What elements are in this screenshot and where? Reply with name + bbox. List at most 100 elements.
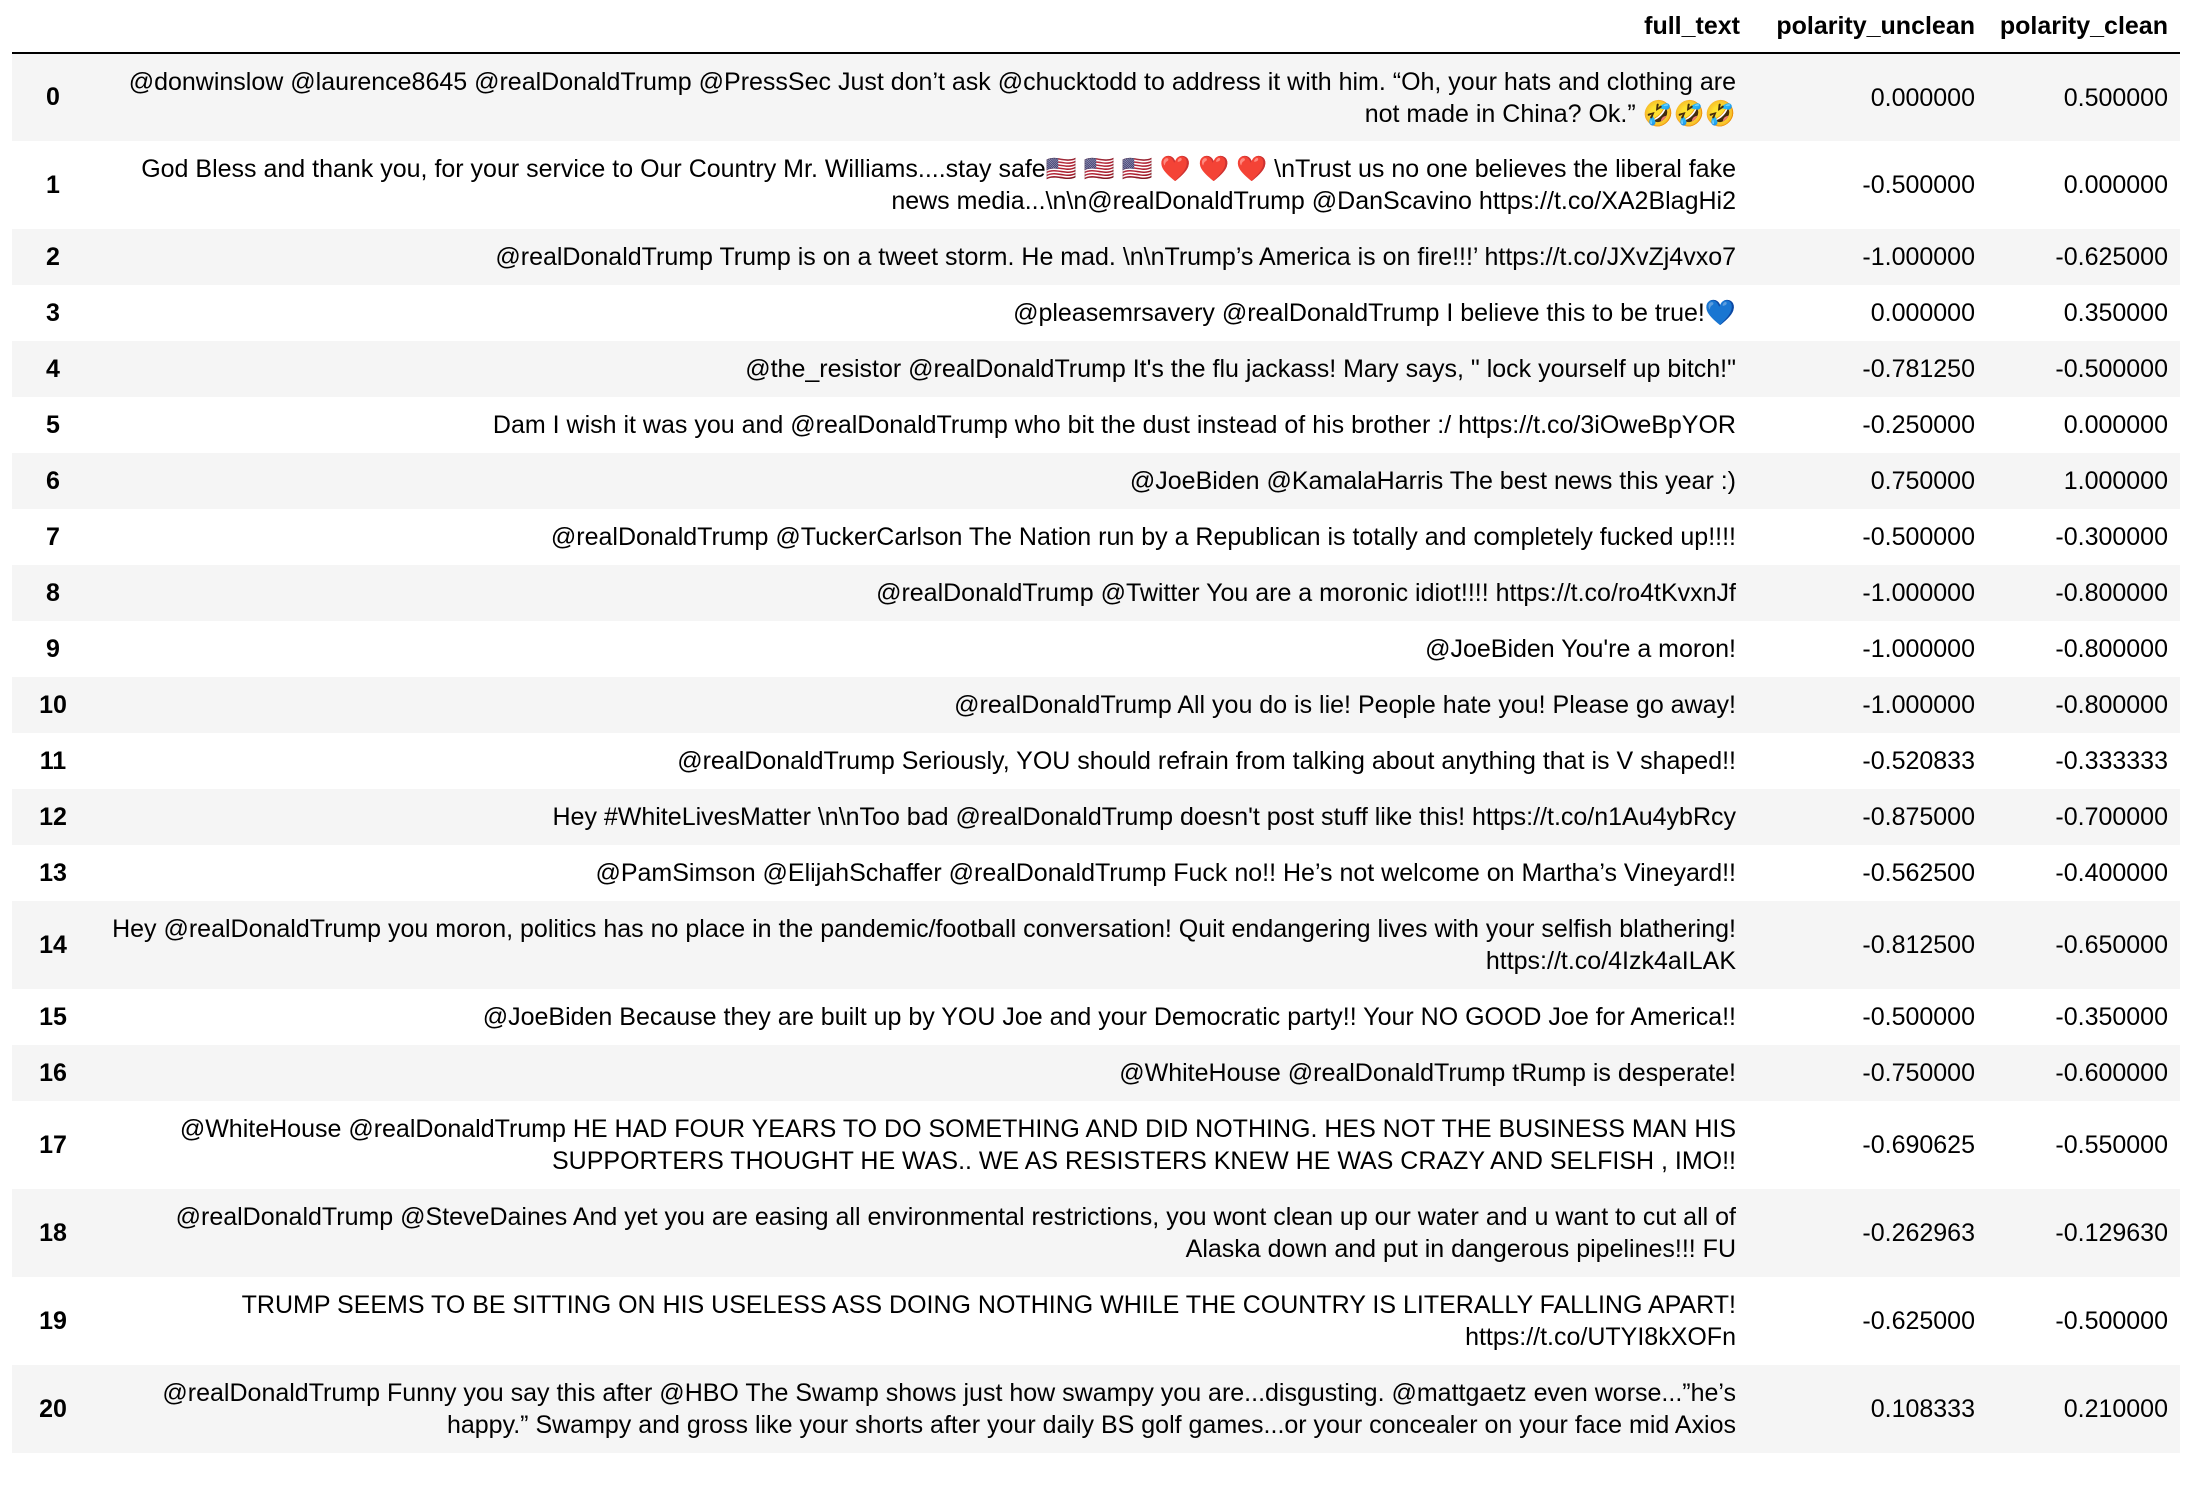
polarity-unclean-cell: -0.625000	[1862, 1307, 1975, 1335]
polarity-unclean-cell: -1.000000	[1862, 635, 1975, 663]
row-index: 9	[46, 634, 60, 663]
polarity-unclean-cell: -0.250000	[1862, 411, 1975, 439]
polarity-clean-cell: -0.650000	[2055, 931, 2168, 959]
polarity-clean-cell: 0.350000	[2063, 299, 2168, 327]
polarity-clean-cell: -0.800000	[2055, 579, 2168, 607]
polarity-unclean-cell: -1.000000	[1862, 691, 1975, 719]
polarity-unclean-cell: -0.750000	[1862, 1059, 1975, 1087]
polarity-unclean-cell: -0.562500	[1862, 859, 1975, 887]
row-index: 14	[39, 930, 67, 959]
full-text-cell: @realDonaldTrump @Twitter You are a moro…	[876, 579, 1736, 607]
table-row: 4 @the_resistor @realDonaldTrump It's th…	[12, 341, 2180, 397]
full-text-cell: Hey @realDonaldTrump you moron, politics…	[112, 915, 1736, 975]
row-index: 3	[46, 298, 60, 327]
row-index: 0	[46, 83, 60, 111]
polarity-clean-cell: 0.000000	[2063, 411, 2168, 439]
row-index: 17	[39, 1130, 67, 1159]
row-index: 20	[39, 1394, 67, 1423]
polarity-clean-cell: -0.333333	[2055, 747, 2168, 775]
polarity-unclean-cell: -0.500000	[1862, 523, 1975, 551]
polarity-unclean-cell: -0.520833	[1862, 747, 1975, 775]
table-row: 16 @WhiteHouse @realDonaldTrump tRump is…	[12, 1045, 2180, 1101]
table-row: 13 @PamSimson @ElijahSchaffer @realDonal…	[12, 845, 2180, 901]
polarity-clean-cell: -0.550000	[2055, 1131, 2168, 1159]
row-index: 10	[39, 690, 67, 719]
polarity-clean-cell: 0.210000	[2063, 1395, 2168, 1423]
row-index: 8	[46, 578, 60, 607]
table-row: 18 @realDonaldTrump @SteveDaines And yet…	[12, 1189, 2180, 1277]
full-text-cell: @realDonaldTrump @SteveDaines And yet yo…	[175, 1203, 1736, 1263]
table-row: 20 @realDonaldTrump Funny you say this a…	[12, 1365, 2180, 1453]
index-header	[12, 0, 92, 54]
row-index: 5	[46, 410, 60, 439]
polarity-clean-cell: -0.350000	[2055, 1003, 2168, 1031]
table-header: full_text polarity_unclean polarity_clea…	[12, 0, 2180, 54]
polarity-unclean-cell: 0.000000	[1870, 83, 1975, 112]
full-text-cell: Dam I wish it was you and @realDonaldTru…	[492, 411, 1736, 439]
polarity-clean-cell: 0.000000	[2063, 171, 2168, 199]
polarity-clean-cell: -0.800000	[2055, 635, 2168, 663]
table-row: 0 @donwinslow @laurence8645 @realDonaldT…	[12, 53, 2180, 141]
polarity-clean-cell: -0.700000	[2055, 803, 2168, 831]
row-index: 16	[39, 1058, 67, 1087]
table-row: 17 @WhiteHouse @realDonaldTrump HE HAD F…	[12, 1101, 2180, 1189]
full-text-cell: @donwinslow @laurence8645 @realDonaldTru…	[128, 67, 1736, 128]
full-text-cell: @JoeBiden Because they are built up by Y…	[482, 1003, 1736, 1031]
polarity-clean-cell: 1.000000	[2063, 467, 2168, 495]
dataframe-table: full_text polarity_unclean polarity_clea…	[12, 0, 2180, 1453]
polarity-clean-cell: 0.500000	[2063, 83, 2168, 112]
polarity-clean-cell: -0.129630	[2055, 1219, 2168, 1247]
row-index: 19	[39, 1306, 67, 1335]
polarity-clean-cell: -0.400000	[2055, 859, 2168, 887]
dataframe-output: full_text polarity_unclean polarity_clea…	[12, 0, 2180, 1453]
polarity-clean-header: polarity_clean	[1987, 0, 2180, 54]
table-row: 7 @realDonaldTrump @TuckerCarlson The Na…	[12, 509, 2180, 565]
table-row: 19 TRUMP SEEMS TO BE SITTING ON HIS USEL…	[12, 1277, 2180, 1365]
polarity-clean-cell: -0.600000	[2055, 1059, 2168, 1087]
row-index: 13	[39, 858, 67, 887]
row-index: 12	[39, 802, 67, 831]
full-text-cell: @realDonaldTrump Funny you say this afte…	[162, 1379, 1736, 1439]
row-index: 6	[46, 466, 60, 495]
row-index: 11	[39, 746, 67, 775]
polarity-clean-cell: -0.300000	[2055, 523, 2168, 551]
polarity-unclean-cell: -0.812500	[1862, 931, 1975, 959]
table-row: 9 @JoeBiden You're a moron! -1.000000 -0…	[12, 621, 2180, 677]
full-text-cell: @realDonaldTrump Trump is on a tweet sto…	[495, 243, 1736, 271]
polarity-unclean-cell: -0.781250	[1862, 355, 1975, 383]
polarity-unclean-header: polarity_unclean	[1752, 0, 1987, 54]
header-row: full_text polarity_unclean polarity_clea…	[12, 0, 2180, 54]
full-text-cell: @WhiteHouse @realDonaldTrump tRump is de…	[1119, 1059, 1736, 1087]
full-text-cell: @realDonaldTrump @TuckerCarlson The Nati…	[550, 523, 1736, 551]
full-text-cell: @PamSimson @ElijahSchaffer @realDonaldTr…	[595, 859, 1736, 887]
row-index: 7	[46, 522, 60, 551]
polarity-clean-cell: -0.500000	[2055, 1307, 2168, 1335]
full-text-cell: Hey #WhiteLivesMatter \n\nToo bad @realD…	[552, 803, 1736, 831]
polarity-unclean-cell: -0.875000	[1862, 803, 1975, 831]
table-row: 8 @realDonaldTrump @Twitter You are a mo…	[12, 565, 2180, 621]
full-text-cell: @realDonaldTrump Seriously, YOU should r…	[677, 747, 1736, 775]
table-row: 15 @JoeBiden Because they are built up b…	[12, 989, 2180, 1045]
polarity-unclean-cell: -1.000000	[1862, 579, 1975, 607]
table-row: 14 Hey @realDonaldTrump you moron, polit…	[12, 901, 2180, 989]
full-text-cell: @JoeBiden @KamalaHarris The best news th…	[1129, 467, 1736, 495]
table-row: 3 @pleasemrsavery @realDonaldTrump I bel…	[12, 285, 2180, 341]
polarity-unclean-cell: 0.750000	[1870, 467, 1975, 495]
table-row: 12 Hey #WhiteLivesMatter \n\nToo bad @re…	[12, 789, 2180, 845]
polarity-unclean-cell: 0.108333	[1870, 1395, 1975, 1423]
polarity-unclean-cell: -1.000000	[1862, 243, 1975, 271]
row-index: 2	[46, 242, 60, 271]
table-row: 11 @realDonaldTrump Seriously, YOU shoul…	[12, 733, 2180, 789]
polarity-clean-cell: -0.800000	[2055, 691, 2168, 719]
polarity-clean-cell: -0.625000	[2055, 243, 2168, 271]
table-row: 1 God Bless and thank you, for your serv…	[12, 141, 2180, 229]
full-text-cell: @JoeBiden You're a moron!	[1425, 635, 1736, 663]
table-row: 2 @realDonaldTrump Trump is on a tweet s…	[12, 229, 2180, 285]
full-text-cell: @realDonaldTrump All you do is lie! Peop…	[954, 691, 1736, 719]
polarity-unclean-cell: 0.000000	[1870, 299, 1975, 327]
table-body: 0 @donwinslow @laurence8645 @realDonaldT…	[12, 53, 2180, 1453]
full-text-cell: TRUMP SEEMS TO BE SITTING ON HIS USELESS…	[241, 1291, 1736, 1351]
full-text-cell: @WhiteHouse @realDonaldTrump HE HAD FOUR…	[179, 1115, 1736, 1175]
polarity-unclean-cell: -0.690625	[1862, 1131, 1975, 1159]
row-index: 15	[39, 1002, 67, 1031]
